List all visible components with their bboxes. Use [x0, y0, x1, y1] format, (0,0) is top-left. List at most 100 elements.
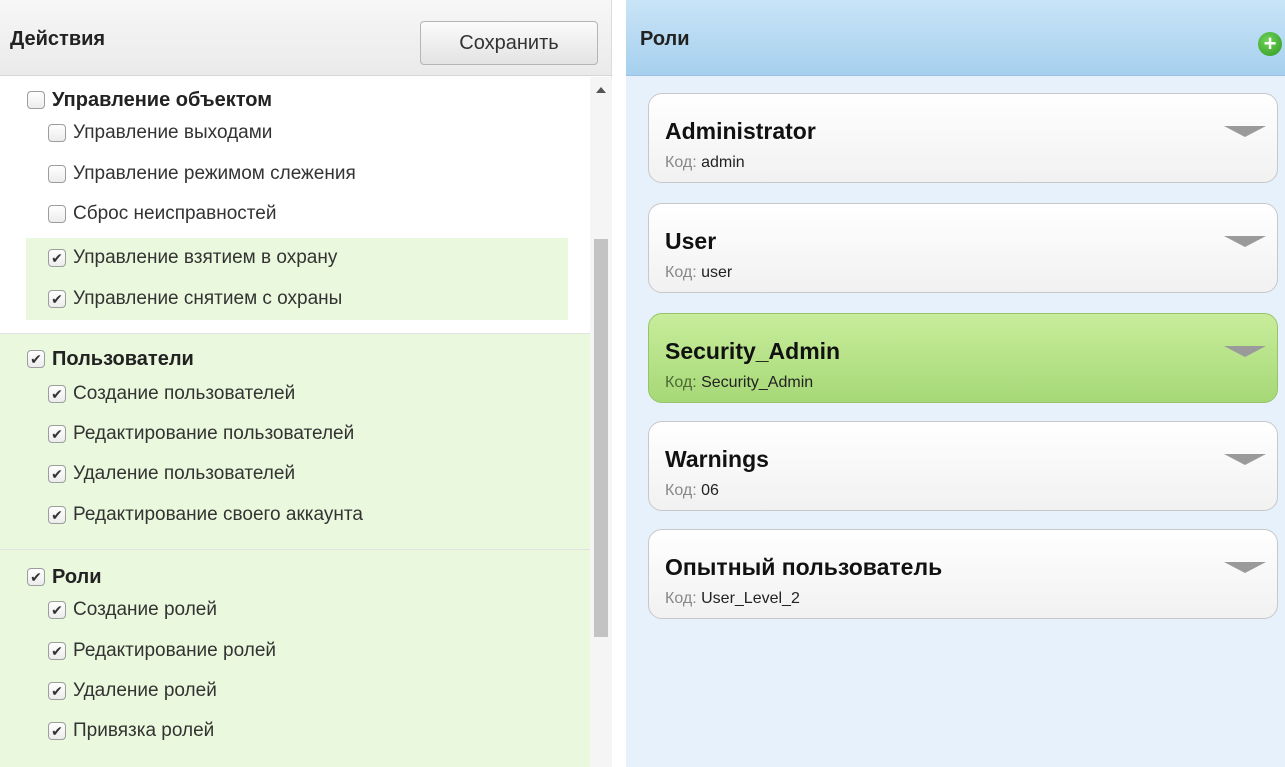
action-group-label: Роли	[52, 565, 102, 588]
checkbox[interactable]	[27, 91, 45, 109]
action-group-header[interactable]: ✔ Роли	[27, 560, 102, 594]
check-icon: ✔	[51, 250, 63, 266]
check-icon: ✔	[51, 466, 63, 482]
checkbox[interactable]: ✔	[48, 465, 66, 483]
action-item[interactable]: ✔ Редактирование ролей	[48, 634, 276, 668]
check-icon: ✔	[30, 569, 42, 585]
roles-header: Роли +	[626, 0, 1285, 76]
check-icon: ✔	[51, 683, 63, 699]
checkbox[interactable]: ✔	[48, 290, 66, 308]
triangle-down-icon[interactable]	[1224, 454, 1266, 465]
action-group-label: Пользователи	[52, 347, 194, 370]
checkbox[interactable]: ✔	[48, 601, 66, 619]
role-name: Security_Admin	[665, 338, 841, 364]
role-code: Код: User_Level_2	[665, 590, 800, 608]
action-item[interactable]: ✔ Привязка ролей	[48, 714, 214, 748]
action-item-label: Управление выходами	[73, 122, 273, 143]
checkbox[interactable]: ✔	[48, 642, 66, 660]
action-group-object-control: Управление объектом Управление выходами …	[0, 77, 590, 333]
scroll-up-arrow-icon[interactable]	[596, 87, 606, 93]
action-item[interactable]: Сброс неисправностей	[26, 197, 568, 231]
action-item-label: Создание пользователей	[73, 383, 296, 404]
roles-panel: Роли + Administrator Код: admin User Код…	[626, 0, 1285, 767]
check-icon: ✔	[51, 386, 63, 402]
add-role-button[interactable]: +	[1258, 32, 1282, 56]
check-icon: ✔	[51, 602, 63, 618]
role-name: Administrator	[665, 118, 816, 144]
checkbox[interactable]	[48, 124, 66, 142]
action-item-label: Управление снятием с охраны	[73, 288, 343, 309]
role-code: Код: Security_Admin	[665, 374, 813, 392]
role-code: Код: 06	[665, 482, 719, 500]
action-item[interactable]: ✔ Редактирование своего аккаунта	[48, 498, 363, 532]
action-item[interactable]: Управление режимом слежения	[26, 157, 568, 191]
role-code-label: Код:	[665, 590, 697, 607]
triangle-down-icon[interactable]	[1224, 346, 1266, 357]
role-card-experienced-user[interactable]: Опытный пользователь Код: User_Level_2	[648, 529, 1278, 619]
action-item-label: Удаление пользователей	[73, 463, 296, 484]
checkbox[interactable]: ✔	[48, 722, 66, 740]
role-code-label: Код:	[665, 264, 697, 281]
action-item[interactable]: ✔ Создание пользователей	[48, 377, 295, 411]
checkbox[interactable]: ✔	[27, 568, 45, 586]
role-code-label: Код:	[665, 374, 697, 391]
role-code-value: Security_Admin	[701, 374, 814, 391]
action-group-header[interactable]: ✔ Пользователи	[27, 342, 194, 376]
role-name: Warnings	[665, 446, 769, 472]
actions-list: Управление объектом Управление выходами …	[0, 77, 590, 767]
action-item-label: Удаление ролей	[73, 680, 217, 701]
role-card-user[interactable]: User Код: user	[648, 203, 1278, 293]
triangle-down-icon[interactable]	[1224, 126, 1266, 137]
role-card-warnings[interactable]: Warnings Код: 06	[648, 421, 1278, 511]
actions-header: Действия Сохранить	[0, 0, 611, 76]
action-item-label: Привязка ролей	[73, 720, 215, 741]
checkbox[interactable]: ✔	[48, 506, 66, 524]
scroll-thumb[interactable]	[594, 239, 608, 637]
role-card-security-admin[interactable]: Security_Admin Код: Security_Admin	[648, 313, 1278, 403]
role-code: Код: admin	[665, 154, 745, 172]
action-item-label: Создание ролей	[73, 599, 217, 620]
triangle-down-icon[interactable]	[1224, 236, 1266, 247]
action-item-label: Управление взятием в охрану	[73, 247, 338, 268]
action-group-label: Управление объектом	[52, 88, 273, 111]
role-code-value: user	[701, 264, 733, 281]
action-item-label: Редактирование пользователей	[73, 423, 355, 444]
action-item[interactable]: ✔ Редактирование пользователей	[48, 417, 354, 451]
check-icon: ✔	[30, 351, 42, 367]
role-code: Код: user	[665, 264, 732, 282]
action-group-header[interactable]: Управление объектом	[27, 83, 272, 117]
role-card-administrator[interactable]: Administrator Код: admin	[648, 93, 1278, 183]
action-item-label: Управление режимом слежения	[73, 163, 356, 184]
action-item[interactable]: ✔ Удаление пользователей	[48, 457, 295, 491]
role-code-label: Код:	[665, 154, 697, 171]
action-item[interactable]: ✔ Создание ролей	[48, 593, 217, 627]
triangle-down-icon[interactable]	[1224, 562, 1266, 573]
actions-scrollbar[interactable]	[590, 77, 612, 767]
role-code-value: User_Level_2	[701, 590, 800, 607]
action-item[interactable]: Управление выходами	[26, 116, 568, 150]
action-group-users: ✔ Пользователи ✔ Создание пользователей …	[0, 333, 590, 549]
action-item[interactable]: ✔ Удаление ролей	[48, 674, 217, 708]
check-icon: ✔	[51, 291, 63, 307]
action-item-label: Редактирование ролей	[73, 640, 276, 661]
checkbox[interactable]: ✔	[48, 682, 66, 700]
checkbox[interactable]	[48, 205, 66, 223]
roles-title: Роли	[640, 28, 690, 50]
checkbox[interactable]: ✔	[48, 385, 66, 403]
role-name: Опытный пользователь	[665, 554, 943, 580]
checkbox[interactable]	[48, 165, 66, 183]
check-icon: ✔	[51, 643, 63, 659]
action-item-label: Редактирование своего аккаунта	[73, 504, 363, 525]
checkbox[interactable]: ✔	[48, 425, 66, 443]
action-item-label: Сброс неисправностей	[73, 203, 277, 224]
action-item[interactable]: ✔ Управление снятием с охраны	[26, 278, 568, 320]
actions-panel: Действия Сохранить Управление объектом У…	[0, 0, 612, 767]
check-icon: ✔	[51, 507, 63, 523]
action-item[interactable]: ✔ Управление взятием в охрану	[26, 238, 568, 278]
role-code-label: Код:	[665, 482, 697, 499]
role-code-value: 06	[701, 482, 719, 499]
save-button[interactable]: Сохранить	[420, 21, 598, 65]
checkbox[interactable]: ✔	[27, 350, 45, 368]
check-icon: ✔	[51, 723, 63, 739]
checkbox[interactable]: ✔	[48, 249, 66, 267]
